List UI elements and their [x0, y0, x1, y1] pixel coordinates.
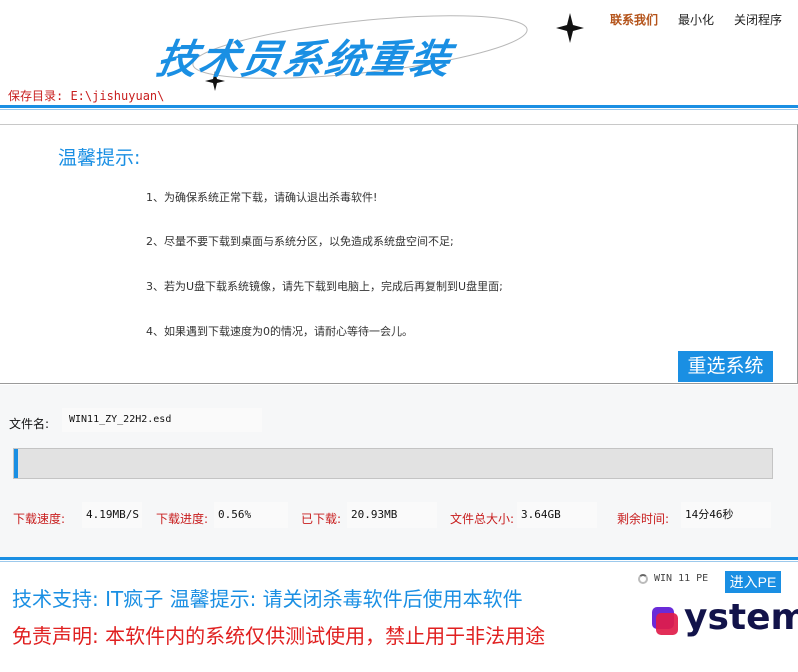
app-footer: 技术支持: IT疯子 温馨提示: 请关闭杀毒软件后使用本软件 免责声明: 本软件…: [0, 562, 798, 672]
tips-title: 温馨提示:: [58, 147, 141, 169]
brand-mark-icon: [652, 607, 678, 635]
brand-logo: ystem: [648, 595, 798, 655]
total-size-label: 文件总大小:: [450, 512, 515, 526]
download-progress-bar: [13, 448, 773, 479]
tip-item: 1、为确保系统正常下载，请确认退出杀毒软件!: [146, 191, 378, 204]
download-progress-fill: [14, 449, 19, 478]
file-name-label: 文件名:: [9, 417, 50, 431]
pe-option-radio[interactable]: WIN 11 PE: [638, 573, 708, 584]
download-panel: 文件名: WIN11_ZY_22H2.esd 下载速度: 4.19MB/S 下载…: [0, 385, 798, 557]
file-name-value: WIN11_ZY_22H2.esd: [62, 408, 262, 432]
remaining-time-label: 剩余时间:: [617, 512, 670, 526]
downloaded-label: 已下载:: [301, 512, 342, 526]
support-info: 技术支持: IT疯子 温馨提示: 请关闭杀毒软件后使用本软件: [12, 587, 523, 611]
logo-title: 技术员系统重装: [153, 37, 456, 83]
brand-logo-text: ystem: [684, 597, 798, 638]
speed-value: 4.19MB/S: [82, 502, 142, 528]
tip-item: 3、若为U盘下载系统镜像，请先下载到电脑上，完成后再复制到U盘里面;: [146, 280, 503, 293]
footer-divider: [0, 557, 798, 560]
header-divider: [0, 105, 798, 108]
tips-panel: 温馨提示: 1、为确保系统正常下载，请确认退出杀毒软件! 2、尽量不要下载到桌面…: [0, 124, 798, 384]
save-directory: 保存目录: E:\jishuyuan\: [8, 89, 165, 103]
app-header: 技术员系统重装 保存目录: E:\jishuyuan\ 联系我们 最小化 关闭程…: [0, 0, 798, 110]
progress-value: 0.56%: [214, 502, 288, 528]
tip-item: 4、如果遇到下载速度为0的情况，请耐心等待一会儿。: [146, 325, 413, 338]
pe-option-label: WIN 11 PE: [654, 573, 709, 584]
reselect-system-button[interactable]: 重选系统: [678, 351, 773, 382]
header-divider-light: [0, 109, 798, 110]
minimize-button[interactable]: 最小化: [678, 11, 714, 28]
loading-spinner-icon: [638, 573, 648, 584]
downloaded-value: 20.93MB: [347, 502, 437, 528]
tip-item: 2、尽量不要下载到桌面与系统分区，以免造成系统盘空间不足;: [146, 235, 454, 248]
contact-us-link[interactable]: 联系我们: [610, 11, 658, 28]
enter-pe-button[interactable]: 进入PE: [725, 571, 781, 593]
total-size-value: 3.64GB: [517, 502, 597, 528]
top-menu: 联系我们 最小化 关闭程序: [610, 11, 782, 28]
speed-label: 下载速度:: [13, 512, 66, 526]
close-button[interactable]: 关闭程序: [734, 11, 782, 28]
app-logo: 技术员系统重装: [150, 5, 595, 100]
disclaimer-text: 免责声明: 本软件内的系统仅供测试使用，禁止用于非法用途: [12, 624, 546, 648]
remaining-time-value: 14分46秒: [681, 502, 771, 528]
progress-label: 下载进度:: [156, 512, 209, 526]
